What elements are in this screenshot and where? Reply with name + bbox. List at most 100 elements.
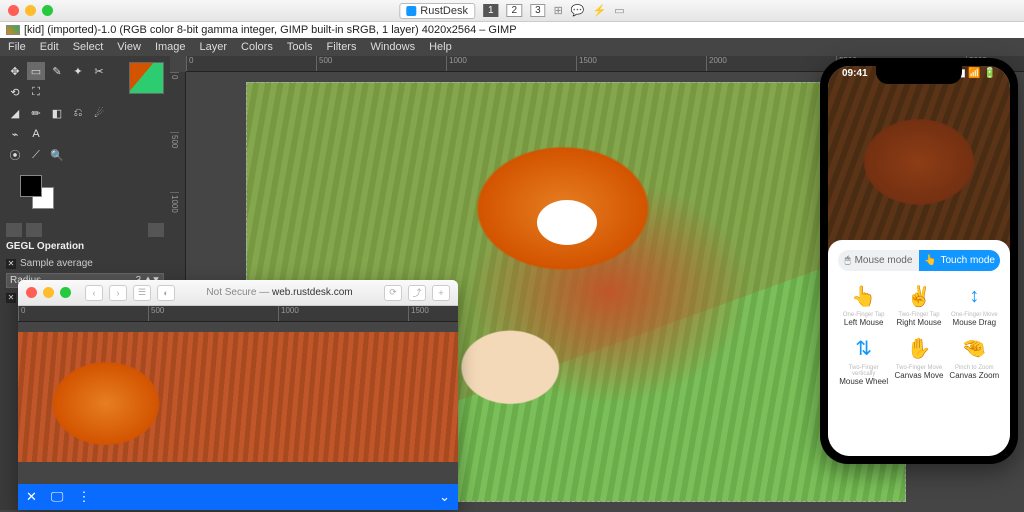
scroll-icon: ⇅ (848, 334, 880, 364)
gesture-hint: Two-Finger Move (893, 365, 944, 371)
tap-one-icon: 👆 (848, 281, 880, 311)
ruler-horizontal: 0 500 1000 1500 (18, 306, 458, 322)
options-tab2-icon[interactable] (26, 223, 42, 237)
text-tool-icon[interactable]: A (27, 125, 45, 143)
maximize-icon[interactable] (42, 5, 53, 16)
menu-edit[interactable]: Edit (40, 41, 59, 53)
ruler-tick: 1500 (576, 56, 706, 71)
share-button[interactable]: ⤴ (408, 285, 426, 301)
brush-tool-icon[interactable]: ✏ (27, 104, 45, 122)
bucket-tool-icon[interactable]: ◢ (6, 104, 24, 122)
chat-icon[interactable]: 💬 (571, 4, 585, 17)
menu-help[interactable]: Help (429, 41, 452, 53)
back-button[interactable]: ‹ (85, 285, 103, 301)
fg-bg-swatch[interactable] (20, 175, 54, 209)
crop-tool-icon[interactable]: ✂ (90, 62, 108, 80)
checkbox-icon[interactable]: ✕ (6, 259, 16, 269)
fuzzy-select-tool-icon[interactable]: ✦ (69, 62, 87, 80)
more-icon[interactable]: ⋮ (77, 489, 90, 505)
screen-icon[interactable]: ▭ (614, 4, 624, 17)
gesture-mouse-wheel: ⇅ Two-Finger vertically Mouse Wheel (838, 334, 889, 387)
display-icon[interactable]: 🖵 (51, 489, 64, 505)
forward-button[interactable]: › (109, 285, 127, 301)
close-icon[interactable] (26, 287, 37, 298)
menu-tools[interactable]: Tools (287, 41, 313, 53)
tab-3[interactable]: 3 (530, 4, 546, 17)
address-bar[interactable]: Not Secure — web.rustdesk.com (181, 287, 378, 298)
ruler-tick: 0 (18, 306, 148, 321)
file-thumb-icon (6, 25, 20, 35)
options-menu-icon[interactable] (148, 223, 164, 237)
app-name: RustDesk (420, 5, 468, 17)
phone-time: 09:41 (842, 68, 868, 79)
measure-tool-icon[interactable]: ⟋ (27, 146, 45, 164)
gesture-label: Canvas Zoom (949, 371, 1000, 381)
close-icon[interactable] (8, 5, 19, 16)
menu-colors[interactable]: Colors (241, 41, 273, 53)
gesture-hint: Pinch to Zoom (949, 365, 1000, 371)
menu-filters[interactable]: Filters (327, 41, 357, 53)
pinch-icon: 🤏 (958, 334, 990, 364)
eraser-tool-icon[interactable]: ◧ (48, 104, 66, 122)
rect-select-tool-icon[interactable]: ▭ (27, 62, 45, 80)
image-thumbnail[interactable] (129, 62, 164, 94)
titlebar-center: RustDesk 1 2 3 ⊞ 💬 ⚡ ▭ (399, 3, 624, 19)
clone-tool-icon[interactable]: ⎌ (69, 104, 87, 122)
tab-2[interactable]: 2 (507, 4, 523, 17)
chevron-down-icon[interactable]: ⌄ (439, 489, 450, 505)
mac-titlebar: RustDesk 1 2 3 ⊞ 💬 ⚡ ▭ (0, 0, 1024, 22)
app-tab[interactable]: RustDesk (399, 3, 475, 19)
remote-canvas-image (18, 332, 458, 462)
gesture-label: Mouse Wheel (838, 377, 889, 387)
free-select-tool-icon[interactable]: ✎ (48, 62, 66, 80)
picker-tool-icon[interactable]: ⦿ (6, 146, 24, 164)
phone-notch (876, 66, 962, 84)
menu-file[interactable]: File (8, 41, 26, 53)
browser-viewport: 0 500 1000 1500 ✕ 🖵 ⋮ ⌄ (18, 306, 458, 510)
gesture-label: Mouse Drag (949, 318, 1000, 328)
options-tab-icon[interactable] (6, 223, 22, 237)
touch-mode-tab[interactable]: 👆 Touch mode (919, 250, 1000, 271)
sidebar-button[interactable]: ☰ (133, 285, 151, 301)
new-tab-button[interactable]: + (432, 285, 450, 301)
gesture-grid: 👆 One-Finger Tap Left Mouse ✌ Two-Finger… (838, 281, 1000, 386)
minimize-icon[interactable] (43, 287, 54, 298)
warp-tool-icon[interactable]: ⛶ (27, 83, 45, 101)
ruler-tick: 500 (316, 56, 446, 71)
close-session-icon[interactable]: ✕ (26, 489, 37, 505)
menu-windows[interactable]: Windows (370, 41, 415, 53)
tab-1[interactable]: 1 (483, 4, 499, 17)
drag-icon: ↕ (958, 281, 990, 311)
fg-color-swatch[interactable] (20, 175, 42, 197)
ruler-tick: 500 (148, 306, 278, 321)
menu-layer[interactable]: Layer (200, 41, 228, 53)
touch-mode-label: Touch mode (940, 255, 994, 266)
zoom-tool-icon[interactable]: 🔍 (48, 146, 66, 164)
gegl-title: GEGL Operation (6, 241, 164, 252)
transform-tool-icon[interactable]: ⟲ (6, 83, 24, 101)
maximize-icon[interactable] (60, 287, 71, 298)
smudge-tool-icon[interactable]: ☄ (90, 104, 108, 122)
grid-icon[interactable]: ⊞ (554, 4, 563, 17)
browser-toolbar: ‹ › ☰ ◐ Not Secure — web.rustdesk.com ⟳ … (18, 280, 458, 306)
minimize-icon[interactable] (25, 5, 36, 16)
touch-icon: 👆 (924, 255, 936, 266)
phone-remote-image (828, 66, 1010, 266)
ruler-tick: 1500 (408, 306, 458, 321)
shield-icon[interactable]: ◐ (157, 285, 175, 301)
menu-view[interactable]: View (117, 41, 141, 53)
tap-two-icon: ✌ (903, 281, 935, 311)
move-tool-icon[interactable]: ✥ (6, 62, 24, 80)
menu-image[interactable]: Image (155, 41, 186, 53)
checkbox-icon[interactable]: ✕ (6, 293, 16, 303)
sample-average-row[interactable]: ✕ Sample average (6, 256, 164, 271)
browser-window: ‹ › ☰ ◐ Not Secure — web.rustdesk.com ⟳ … (18, 280, 458, 510)
menu-select[interactable]: Select (73, 41, 104, 53)
mouse-mode-tab[interactable]: 🖱 Mouse mode (838, 250, 919, 271)
gesture-mouse-drag: ↕ One-Finger Move Mouse Drag (949, 281, 1000, 328)
gesture-help-sheet: 🖱 Mouse mode 👆 Touch mode 👆 One-Finger T… (828, 240, 1010, 456)
input-mode-toggle[interactable]: 🖱 Mouse mode 👆 Touch mode (838, 250, 1000, 271)
bolt-icon[interactable]: ⚡ (593, 4, 607, 17)
path-tool-icon[interactable]: ⌁ (6, 125, 24, 143)
reload-button[interactable]: ⟳ (384, 285, 402, 301)
